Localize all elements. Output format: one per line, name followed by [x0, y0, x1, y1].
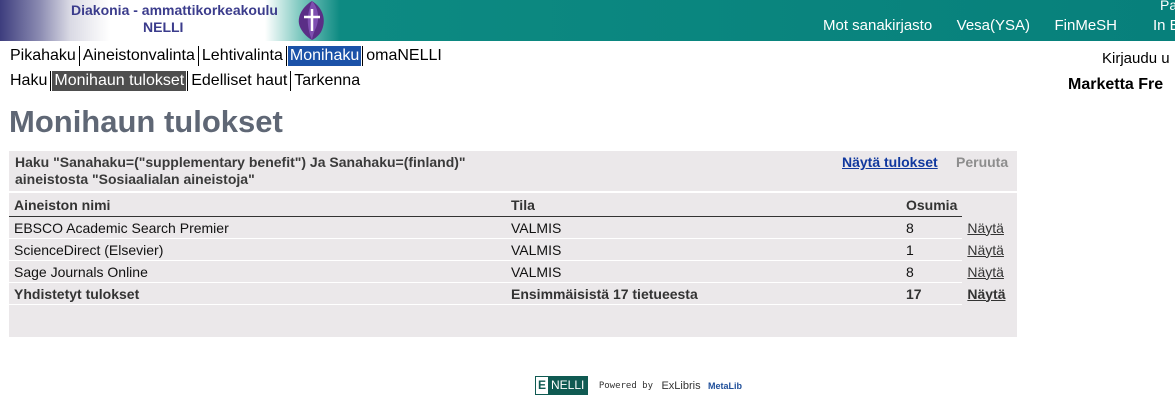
nav-separator: [187, 71, 189, 91]
nav-pikahaku[interactable]: Pikahaku: [8, 46, 78, 66]
column-header-status: Tila: [506, 194, 901, 217]
show-link[interactable]: Näytä: [967, 220, 1004, 236]
nelli-badge-letter: E: [538, 378, 547, 392]
resource-name: Sage Journals Online: [9, 260, 506, 283]
resource-name: ScienceDirect (Elsevier): [9, 238, 506, 261]
results-panel: Haku "Sanahaku=("supplementary benefit")…: [9, 151, 1017, 337]
top-links: Mot sanakirjasto Vesa(YSA) FinMeSH: [803, 17, 1175, 35]
brand-name: Diakonia - ammattikorkeakoulu: [71, 2, 278, 18]
show-cell: Näytä: [962, 239, 1012, 261]
subnav-monihaun-tulokset[interactable]: Monihaun tulokset: [52, 71, 187, 92]
nav-separator: [285, 46, 287, 66]
nelli-badge[interactable]: E NELLI: [535, 376, 589, 395]
primary-nav: Pikahaku Aineistonvalinta Lehtivalinta Moni…: [8, 46, 444, 67]
nav-aineistonvalinta[interactable]: Aineistonvalinta: [81, 46, 197, 66]
query-line-1: Haku "Sanahaku=("supplementary benefit")…: [15, 154, 466, 170]
column-header-name: Aineiston nimi: [9, 194, 506, 217]
login-link[interactable]: Kirjaudu u: [1102, 50, 1170, 67]
show-link[interactable]: Näytä: [967, 264, 1004, 280]
table-row-total: Yhdistetyt tulokset Ensimmäisistä 17 tie…: [9, 282, 1012, 305]
resource-status: VALMIS: [506, 260, 901, 283]
results-table: Aineiston nimi Tila Osumia EBSCO Academi…: [9, 194, 1012, 305]
page-title: Monihaun tulokset: [9, 104, 283, 139]
nav-omanelli[interactable]: omaNELLI: [364, 46, 444, 66]
column-header-hits: Osumia: [901, 194, 963, 217]
subnav-haku[interactable]: Haku: [8, 71, 49, 91]
column-header-actions: [962, 194, 1012, 217]
query-summary: Haku "Sanahaku=("supplementary benefit")…: [9, 151, 1017, 193]
resource-hits: 8: [901, 260, 963, 283]
table-header-row: Aineiston nimi Tila Osumia: [9, 194, 1012, 217]
show-total-link[interactable]: Näytä: [967, 286, 1005, 302]
resource-status: VALMIS: [506, 238, 901, 261]
show-cell: Näytä: [962, 217, 1012, 239]
top-link-vesa[interactable]: Vesa(YSA): [957, 17, 1030, 34]
show-link[interactable]: Näytä: [967, 242, 1004, 258]
powered-by-text: Powered by: [598, 380, 654, 391]
resource-hits: 1: [901, 238, 963, 261]
nav-separator: [197, 46, 199, 66]
secondary-nav: Haku Monihaun tulokset Edelliset haut Tarke…: [8, 71, 362, 92]
nelli-badge-text: NELLI: [548, 377, 588, 394]
query-line-2: aineistosta "Sosiaalialan aineistoja": [15, 171, 255, 187]
header-corner-top[interactable]: Pa: [1160, 0, 1175, 13]
top-link-mot[interactable]: Mot sanakirjasto: [823, 17, 932, 34]
header-corner-bottom[interactable]: In E: [1153, 17, 1175, 34]
resource-name: EBSCO Academic Search Premier: [9, 216, 506, 239]
nav-lehtivalinta[interactable]: Lehtivalinta: [200, 46, 285, 66]
total-status: Ensimmäisistä 17 tietueesta: [506, 282, 901, 305]
subnav-tarkenna[interactable]: Tarkenna: [292, 71, 362, 91]
diak-flame-logo-icon: [298, 1, 324, 40]
nav-separator: [362, 46, 364, 66]
brand[interactable]: Diakonia - ammattikorkeakoulu NELLI: [71, 2, 278, 36]
nav-separator: [78, 46, 80, 66]
cancel-link[interactable]: Peruuta: [956, 154, 1008, 170]
exlibris-logo: ExLibris: [661, 379, 701, 392]
show-results-link[interactable]: Näytä tulokset: [842, 154, 938, 170]
footer: E NELLI Powered by ExLibris MetaLib: [535, 376, 742, 396]
resource-hits: 8: [901, 216, 963, 239]
nav-separator: [50, 71, 52, 91]
table-row: EBSCO Academic Search Premier VALMIS 8 N…: [9, 216, 1012, 239]
show-cell: Näytä: [962, 261, 1012, 283]
total-name: Yhdistetyt tulokset: [9, 282, 506, 305]
nav-separator: [290, 71, 292, 91]
total-hits: 17: [901, 282, 963, 305]
query-text: Haku "Sanahaku=("supplementary benefit")…: [15, 154, 466, 188]
top-link-finmesh[interactable]: FinMeSH: [1054, 17, 1117, 34]
show-cell: Näytä: [962, 283, 1012, 305]
metalib-logo: MetaLib: [708, 380, 743, 391]
resource-status: VALMIS: [506, 216, 901, 239]
user-name: Marketta Fre: [1068, 76, 1164, 93]
table-row: Sage Journals Online VALMIS 8 Näytä: [9, 260, 1012, 283]
site-header: Diakonia - ammattikorkeakoulu NELLI Mot …: [0, 0, 1175, 41]
brand-nelli: NELLI: [143, 19, 184, 35]
nav-monihaku[interactable]: Monihaku: [287, 46, 362, 67]
table-row: ScienceDirect (Elsevier) VALMIS 1 Näytä: [9, 238, 1012, 261]
subnav-edelliset-haut[interactable]: Edelliset haut: [189, 71, 289, 91]
